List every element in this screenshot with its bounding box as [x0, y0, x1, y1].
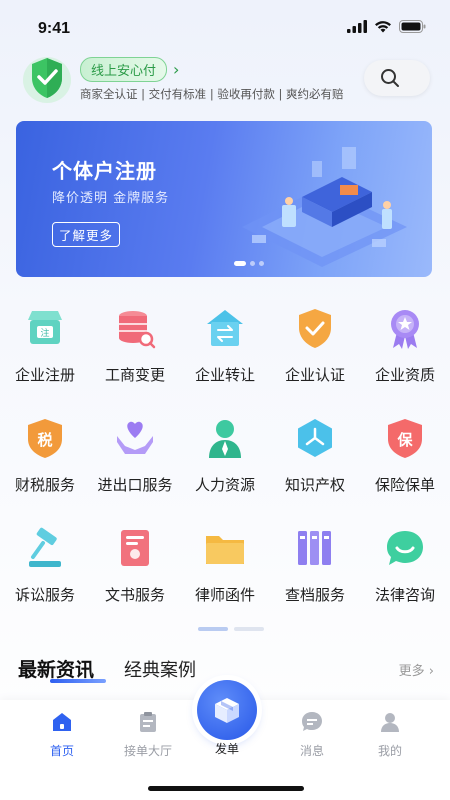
document-icon — [121, 530, 149, 566]
message-icon — [302, 712, 322, 731]
status-time: 9:41 — [38, 20, 71, 37]
service-label: 法律咨询 — [374, 586, 435, 604]
wifi-icon — [375, 21, 391, 33]
search-icon — [381, 69, 399, 87]
service-label: 律师函件 — [194, 586, 255, 604]
folder-icon — [206, 536, 244, 564]
hexagon-icon — [298, 419, 332, 457]
tab-order-hall[interactable]: 接单大厅 — [108, 710, 188, 759]
service-item-litigation[interactable]: 诉讼服务 — [0, 520, 90, 630]
service-label: 企业转让 — [194, 366, 255, 384]
service-item-lawyer-letter[interactable]: 律师函件 — [180, 520, 270, 630]
publish-order-label: 发单 — [214, 742, 239, 756]
service-item-import-export[interactable]: 进出口服务 — [90, 410, 180, 520]
banner-dot — [250, 261, 255, 266]
more-label: 更多 — [398, 664, 425, 679]
publish-order-button[interactable] — [197, 680, 257, 740]
service-item-hr[interactable]: 人力资源 — [180, 410, 270, 520]
status-icons — [347, 20, 426, 33]
banner-subtitle: 降价透明 金牌服务 — [52, 191, 170, 206]
service-item-documents[interactable]: 文书服务 — [90, 520, 180, 630]
banner-title: 个体户注册 — [52, 159, 157, 183]
service-label: 企业认证 — [284, 366, 345, 384]
service-label: 企业资质 — [374, 366, 435, 384]
status-bar: 9:41 — [0, 0, 450, 50]
service-grid: 注 企业注册 工商变更 企业转让 企业认证 企业资质 税 财税服务 进出口服务 … — [0, 300, 450, 630]
award-icon — [391, 310, 419, 349]
tab-label: 消息 — [299, 744, 324, 758]
database-search-icon — [119, 311, 156, 349]
service-label: 人力资源 — [194, 476, 255, 494]
grid-page-dot-active — [198, 627, 228, 631]
tab-messages[interactable]: 消息 — [272, 710, 352, 759]
svg-text:保: 保 — [396, 431, 413, 449]
service-label: 工商变更 — [104, 366, 165, 384]
service-label: 企业注册 — [14, 366, 75, 384]
service-item-company-qualification[interactable]: 企业资质 — [360, 300, 450, 410]
secure-pay-badge-row[interactable]: 线上安心付 › — [80, 57, 179, 82]
svg-text:注: 注 — [40, 327, 49, 339]
service-item-company-transfer[interactable]: 企业转让 — [180, 300, 270, 410]
service-label: 知识产权 — [284, 476, 345, 494]
tab-mine[interactable]: 我的 — [350, 710, 430, 759]
archive-icon — [298, 531, 331, 565]
service-item-insurance[interactable]: 保 保险保单 — [360, 410, 450, 520]
tab-label: 首页 — [49, 744, 74, 758]
shield-check-logo-icon — [23, 57, 71, 103]
svg-text:税: 税 — [37, 431, 52, 449]
gavel-icon — [29, 527, 61, 567]
service-row: 诉讼服务 文书服务 律师函件 查档服务 法律咨询 — [0, 520, 450, 630]
tab-latest-news[interactable]: 最新资讯 — [18, 655, 94, 682]
service-label: 文书服务 — [104, 586, 165, 604]
more-link[interactable]: 更多 › — [399, 660, 434, 679]
shield-check-icon — [299, 309, 331, 348]
service-item-legal-consult[interactable]: 法律咨询 — [360, 520, 450, 630]
service-label: 诉讼服务 — [14, 586, 75, 604]
service-item-ip[interactable]: 知识产权 — [270, 410, 360, 520]
service-label: 进出口服务 — [97, 476, 173, 494]
search-button[interactable] — [364, 60, 430, 96]
service-item-company-registration[interactable]: 注 企业注册 — [0, 300, 90, 410]
promo-banner[interactable]: 个体户注册 降价透明 金牌服务 了解更多 — [16, 121, 432, 277]
grid-pagination — [198, 627, 264, 631]
grid-page-dot — [234, 627, 264, 631]
chevron-right-icon: › — [173, 60, 180, 79]
home-icon — [53, 713, 71, 731]
store-icon: 注 — [28, 311, 62, 344]
box-icon — [215, 698, 239, 723]
secure-pay-badge[interactable]: 线上安心付 — [80, 57, 168, 82]
person-icon — [209, 420, 241, 458]
heart-hands-icon — [117, 421, 153, 454]
clipboard-icon — [140, 712, 156, 732]
tab-label: 我的 — [377, 744, 402, 758]
tab-classic-cases[interactable]: 经典案例 — [124, 656, 196, 682]
service-item-business-change[interactable]: 工商变更 — [90, 300, 180, 410]
service-item-archive[interactable]: 查档服务 — [270, 520, 360, 630]
chevron-right-icon: › — [428, 664, 434, 679]
tax-shield-icon: 税 — [28, 419, 62, 458]
tab-home[interactable]: 首页 — [22, 710, 102, 759]
signal-icon — [347, 20, 367, 33]
trust-subtitle: 商家全认证 | 交付有标准 | 验收再付款 | 爽约必有赔 — [80, 87, 344, 101]
service-label: 保险保单 — [374, 476, 435, 494]
transfer-house-icon — [207, 310, 243, 346]
battery-icon — [399, 20, 426, 33]
chat-bubble-icon — [387, 531, 423, 565]
banner-dot — [259, 261, 264, 266]
banner-pagination — [234, 261, 264, 266]
tab-label: 接单大厅 — [123, 744, 172, 758]
service-label: 财税服务 — [14, 476, 75, 494]
learn-more-button[interactable]: 了解更多 — [52, 222, 121, 247]
service-item-tax[interactable]: 税 财税服务 — [0, 410, 90, 520]
service-label: 查档服务 — [284, 586, 345, 604]
isometric-office-illustration — [242, 147, 407, 267]
service-row: 注 企业注册 工商变更 企业转让 企业认证 企业资质 — [0, 300, 450, 410]
insurance-shield-icon: 保 — [388, 419, 422, 458]
profile-icon — [381, 713, 399, 732]
banner-dot-active — [234, 261, 246, 266]
service-item-company-certification[interactable]: 企业认证 — [270, 300, 360, 410]
service-row: 税 财税服务 进出口服务 人力资源 知识产权 保 保险保单 — [0, 410, 450, 520]
home-indicator — [148, 786, 304, 791]
